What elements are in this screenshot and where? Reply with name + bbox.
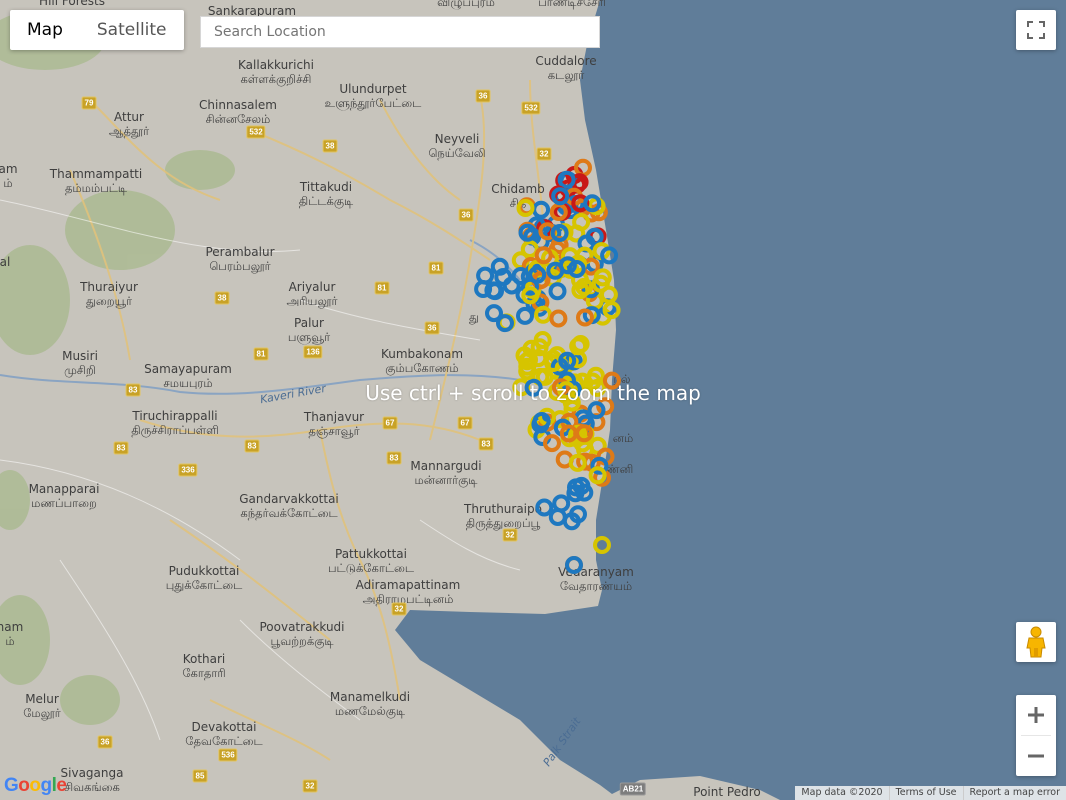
- search-location-input[interactable]: [200, 16, 600, 48]
- zoom-out-button[interactable]: [1016, 736, 1056, 776]
- location-marker[interactable]: [535, 498, 554, 517]
- report-map-error-link[interactable]: Report a map error: [962, 786, 1066, 800]
- map-type-satellite-button[interactable]: Satellite: [80, 10, 184, 50]
- pegman-icon: [1026, 626, 1046, 658]
- location-marker[interactable]: [549, 309, 568, 328]
- google-logo[interactable]: Google: [4, 775, 67, 797]
- location-marker[interactable]: [532, 200, 551, 219]
- map-canvas[interactable]: Hill Forests Sankarapuram விழுப்புரம் பா…: [0, 0, 1066, 800]
- map-type-control: Map Satellite: [10, 10, 184, 50]
- terms-of-use-link[interactable]: Terms of Use: [888, 786, 963, 800]
- zoom-hint-message: Use ctrl + scroll to zoom the map: [365, 381, 701, 405]
- fullscreen-icon: [1027, 21, 1045, 39]
- location-marker[interactable]: [593, 536, 611, 554]
- fullscreen-button[interactable]: [1016, 10, 1056, 50]
- plus-icon: [1028, 707, 1044, 723]
- map-data-attribution: Map data ©2020: [801, 787, 883, 798]
- zoom-control: [1016, 695, 1056, 776]
- zoom-in-button[interactable]: [1016, 695, 1056, 735]
- map-type-map-button[interactable]: Map: [10, 10, 80, 50]
- minus-icon: [1028, 754, 1044, 758]
- attribution-bar: Map data ©2020 Terms of Use Report a map…: [795, 786, 1066, 800]
- street-view-pegman-button[interactable]: [1016, 622, 1056, 662]
- location-marker[interactable]: [552, 494, 571, 513]
- location-marker[interactable]: [565, 556, 583, 574]
- location-marker[interactable]: [548, 282, 567, 301]
